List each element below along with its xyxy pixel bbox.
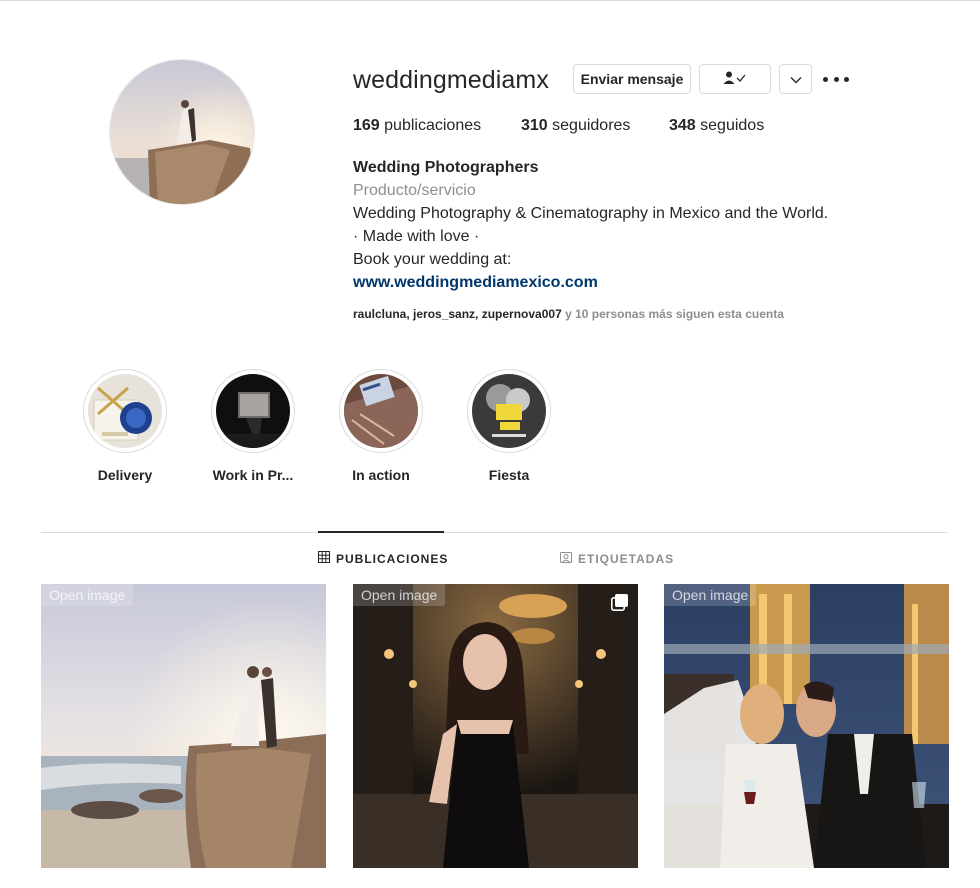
tab-publicaciones[interactable]: PUBLICACIONES [318, 551, 448, 566]
multiple-photos-icon [611, 594, 628, 611]
following-label: seguidos [700, 117, 765, 134]
profile-avatar[interactable] [109, 59, 255, 205]
open-image-overlay[interactable]: Open image [664, 584, 757, 606]
followers-count: 310 [521, 117, 548, 134]
highlight-work-in-progress[interactable]: Work in Pr... [193, 369, 313, 483]
highlight-label: Work in Pr... [212, 467, 294, 483]
tab-etiquetadas[interactable]: ETIQUETADAS [560, 551, 674, 566]
followed-by[interactable]: raulcluna, jeros_sanz, zupernova007 y 10… [353, 307, 784, 321]
highlight-label: Delivery [97, 467, 153, 483]
tag-icon [560, 551, 572, 566]
post-thumbnail[interactable]: Open image [664, 584, 949, 868]
followed-by-names: raulcluna, jeros_sanz, zupernova007 [353, 307, 562, 321]
bio-website-link[interactable]: www.weddingmediamexico.com [353, 271, 913, 294]
highlight-ring [211, 369, 295, 453]
highlight-label: Fiesta [488, 467, 530, 483]
followers-stat[interactable]: 310 seguidores [521, 117, 630, 135]
highlight-fiesta[interactable]: Fiesta [449, 369, 569, 483]
open-image-overlay[interactable]: Open image [41, 584, 134, 606]
tabs-divider [41, 532, 948, 533]
following-count: 348 [669, 117, 696, 134]
highlight-delivery[interactable]: Delivery [65, 369, 185, 483]
active-tab-indicator [318, 531, 444, 533]
post-thumbnail[interactable]: Open image [41, 584, 326, 868]
posts-count-stat: 169 publicaciones [353, 117, 481, 135]
bio-line-1: Wedding Photography & Cinematography in … [353, 205, 829, 222]
highlight-cover-work [216, 374, 290, 448]
bio-line-3: Book your wedding at: [353, 251, 512, 268]
profile-username: weddingmediamx [353, 66, 549, 94]
following-status-button[interactable] [699, 64, 771, 94]
posts-label: publicaciones [384, 117, 482, 134]
highlight-cover-in-action [344, 374, 418, 448]
top-border [0, 0, 980, 1]
send-message-button[interactable]: Enviar mensaje [573, 64, 691, 94]
grid-icon [318, 551, 330, 566]
person-check-icon [723, 71, 747, 88]
highlight-cover-fiesta [472, 374, 546, 448]
open-image-overlay[interactable]: Open image [353, 584, 446, 606]
tab-publicaciones-label: PUBLICACIONES [336, 551, 449, 566]
highlight-ring [83, 369, 167, 453]
tab-etiquetadas-label: ETIQUETADAS [578, 551, 675, 566]
bio-category: Producto/servicio [353, 182, 476, 199]
profile-bio: Wedding Photographers Producto/servicio … [353, 156, 913, 294]
highlight-in-action[interactable]: In action [321, 369, 441, 483]
highlight-ring [339, 369, 423, 453]
highlight-cover-delivery [88, 374, 162, 448]
suggested-accounts-button[interactable] [779, 64, 812, 94]
highlight-ring [467, 369, 551, 453]
post-thumbnail[interactable]: Open image [353, 584, 638, 868]
following-stat[interactable]: 348 seguidos [669, 117, 764, 135]
chevron-down-icon [790, 71, 802, 87]
highlight-label: In action [352, 467, 410, 483]
more-options-icon[interactable] [823, 70, 849, 88]
followers-label: seguidores [552, 117, 631, 134]
bio-name: Wedding Photographers [353, 159, 539, 176]
posts-count: 169 [353, 117, 380, 134]
followed-by-rest: y 10 personas más siguen esta cuenta [561, 307, 784, 321]
bio-line-2: · Made with love · [353, 228, 480, 245]
